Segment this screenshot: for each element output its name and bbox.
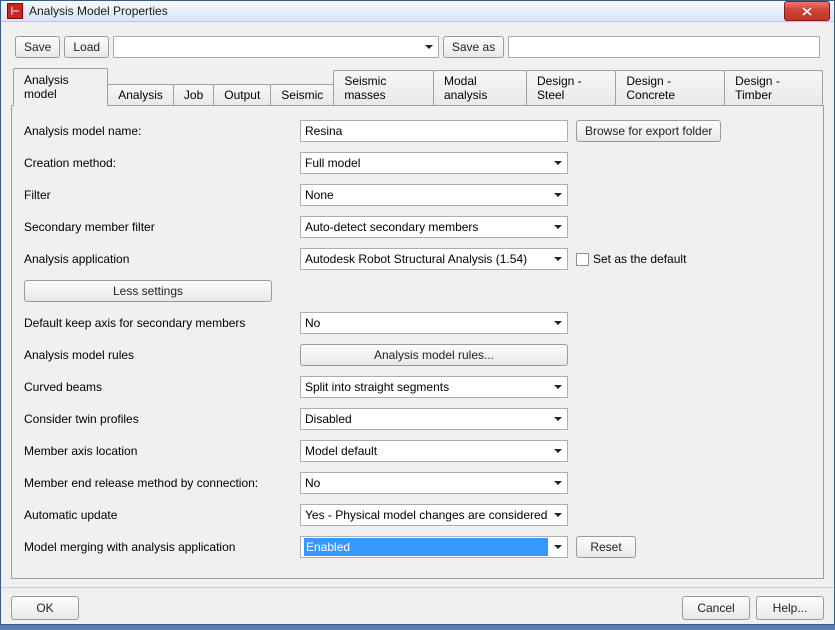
tab-output[interactable]: Output bbox=[213, 84, 271, 105]
tab-analysis[interactable]: Analysis bbox=[107, 84, 174, 105]
footer: OK Cancel Help... bbox=[1, 587, 834, 630]
toolbar: Save Load Save as bbox=[11, 30, 824, 68]
filter-label: Filter bbox=[24, 188, 300, 202]
reset-button[interactable]: Reset bbox=[576, 536, 636, 558]
titlebar[interactable]: Analysis Model Properties bbox=[1, 1, 834, 22]
twin-profiles-label: Consider twin profiles bbox=[24, 412, 300, 426]
tab-design-timber[interactable]: Design - Timber bbox=[724, 70, 823, 105]
ok-button[interactable]: OK bbox=[11, 596, 79, 620]
analysis-application-label: Analysis application bbox=[24, 252, 300, 266]
curved-beams-combo[interactable]: Split into straight segments bbox=[300, 376, 568, 398]
tab-seismic-masses[interactable]: Seismic masses bbox=[333, 70, 434, 105]
save-as-input[interactable] bbox=[508, 36, 820, 58]
browse-export-folder-button[interactable]: Browse for export folder bbox=[576, 120, 721, 142]
auto-update-combo[interactable]: Yes - Physical model changes are conside… bbox=[300, 504, 568, 526]
tab-design-steel[interactable]: Design - Steel bbox=[526, 70, 616, 105]
creation-method-label: Creation method: bbox=[24, 156, 300, 170]
tab-seismic[interactable]: Seismic bbox=[270, 84, 334, 105]
curved-beams-label: Curved beams bbox=[24, 380, 300, 394]
auto-update-label: Automatic update bbox=[24, 508, 300, 522]
set-default-checkbox[interactable] bbox=[576, 253, 589, 266]
twin-profiles-combo[interactable]: Disabled bbox=[300, 408, 568, 430]
preset-combo[interactable] bbox=[113, 36, 439, 58]
creation-method-combo[interactable]: Full model bbox=[300, 152, 568, 174]
axis-location-label: Member axis location bbox=[24, 444, 300, 458]
close-icon bbox=[802, 7, 812, 16]
keep-axis-label: Default keep axis for secondary members bbox=[24, 316, 300, 330]
tab-analysis-model[interactable]: Analysis model bbox=[13, 68, 108, 106]
release-method-label: Member end release method by connection: bbox=[24, 476, 300, 490]
content-area: Save Load Save as Analysis model Analysi… bbox=[1, 22, 834, 587]
model-name-input[interactable] bbox=[300, 120, 568, 142]
keep-axis-combo[interactable]: No bbox=[300, 312, 568, 334]
dialog-window: Analysis Model Properties Save Load Save… bbox=[0, 0, 835, 625]
analysis-model-rules-button[interactable]: Analysis model rules... bbox=[300, 344, 568, 366]
analysis-application-combo[interactable]: Autodesk Robot Structural Analysis (1.54… bbox=[300, 248, 568, 270]
save-button[interactable]: Save bbox=[15, 36, 60, 58]
save-as-button[interactable]: Save as bbox=[443, 36, 504, 58]
cancel-button[interactable]: Cancel bbox=[682, 596, 750, 620]
tab-body: Analysis model name: Browse for export f… bbox=[11, 106, 824, 579]
release-method-combo[interactable]: No bbox=[300, 472, 568, 494]
tab-job[interactable]: Job bbox=[173, 84, 214, 105]
tab-design-concrete[interactable]: Design - Concrete bbox=[615, 70, 725, 105]
tabstrip: Analysis model Analysis Job Output Seism… bbox=[11, 68, 824, 106]
model-merging-label: Model merging with analysis application bbox=[24, 540, 300, 554]
less-settings-button[interactable]: Less settings bbox=[24, 280, 272, 302]
window-title: Analysis Model Properties bbox=[29, 4, 784, 18]
rules-label: Analysis model rules bbox=[24, 348, 300, 362]
tab-modal-analysis[interactable]: Modal analysis bbox=[433, 70, 527, 105]
filter-combo[interactable]: None bbox=[300, 184, 568, 206]
close-button[interactable] bbox=[784, 1, 830, 21]
model-merging-combo[interactable]: Enabled bbox=[300, 536, 568, 558]
axis-location-combo[interactable]: Model default bbox=[300, 440, 568, 462]
help-button[interactable]: Help... bbox=[756, 596, 824, 620]
secondary-filter-combo[interactable]: Auto-detect secondary members bbox=[300, 216, 568, 238]
model-name-label: Analysis model name: bbox=[24, 124, 300, 138]
set-default-label: Set as the default bbox=[593, 252, 686, 266]
secondary-filter-label: Secondary member filter bbox=[24, 220, 300, 234]
app-icon bbox=[7, 3, 23, 19]
load-button[interactable]: Load bbox=[64, 36, 109, 58]
